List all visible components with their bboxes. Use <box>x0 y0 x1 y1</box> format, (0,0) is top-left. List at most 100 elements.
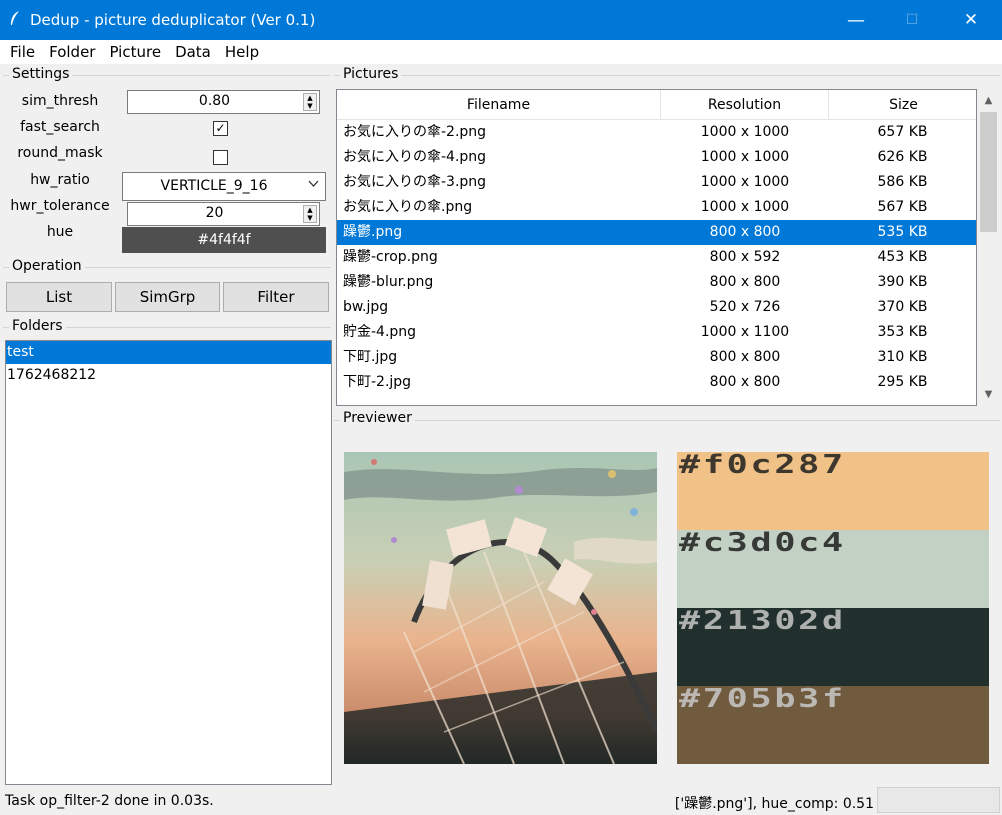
checkmark-icon: ✓ <box>215 121 226 135</box>
scroll-thumb[interactable] <box>980 112 997 232</box>
sim-thresh-label: sim_thresh <box>21 93 99 109</box>
menu-folder[interactable]: Folder <box>42 43 102 61</box>
cell-resolution: 1000 x 1100 <box>700 324 790 340</box>
table-row[interactable]: 貯金-4.png 1000 x 1100 353 KB <box>337 320 976 345</box>
cell-filename: 躁鬱-blur.png <box>343 274 434 290</box>
spin-up-icon[interactable]: ▲ <box>304 206 316 214</box>
folder-list[interactable]: test 1762468212 <box>5 340 332 785</box>
title-bar: Dedup - picture deduplicator (Ver 0.1) —… <box>0 0 1002 40</box>
spin-down-icon[interactable]: ▼ <box>304 102 316 110</box>
palette-swatch-label: #c3d0c4 <box>679 528 846 558</box>
previewer-frame <box>334 420 1000 421</box>
operation-group-label: Operation <box>9 258 85 274</box>
table-row[interactable]: 躁鬱-blur.png 800 x 800 390 KB <box>337 270 976 295</box>
palette-swatch-1: #f0c287 <box>677 450 989 530</box>
minimize-button[interactable]: — <box>833 0 879 40</box>
filter-button[interactable]: Filter <box>223 282 329 312</box>
cell-filename: 貯金-4.png <box>343 324 417 340</box>
table-row[interactable]: 躁鬱.png 800 x 800 535 KB <box>337 220 976 245</box>
table-row[interactable]: お気に入りの傘-4.png 1000 x 1000 626 KB <box>337 145 976 170</box>
sim-thresh-spinbox[interactable]: 0.80 ▲ ▼ <box>127 90 320 114</box>
round-mask-label: round_mask <box>17 145 103 161</box>
cell-resolution: 800 x 800 <box>709 374 781 390</box>
hwr-tolerance-label: hwr_tolerance <box>10 198 110 214</box>
table-row[interactable]: 躁鬱-crop.png 800 x 592 453 KB <box>337 245 976 270</box>
cell-resolution: 800 x 592 <box>709 249 781 265</box>
pictures-group-label: Pictures <box>340 66 402 82</box>
column-filename[interactable]: Filename <box>337 90 661 120</box>
cell-size: 586 KB <box>877 174 928 190</box>
chevron-down-icon[interactable] <box>308 177 319 191</box>
hw-ratio-select[interactable]: VERTICLE_9_16 <box>122 172 326 201</box>
maximize-button[interactable]: ☐ <box>889 0 935 40</box>
fast-search-checkbox[interactable]: ✓ <box>213 121 228 136</box>
cell-filename: お気に入りの傘.png <box>343 199 473 215</box>
fast-search-label: fast_search <box>20 119 100 135</box>
table-row[interactable]: お気に入りの傘-3.png 1000 x 1000 586 KB <box>337 170 976 195</box>
table-row[interactable]: お気に入りの傘.png 1000 x 1000 567 KB <box>337 195 976 220</box>
cell-size: 567 KB <box>877 199 928 215</box>
cell-resolution: 1000 x 1000 <box>700 199 790 215</box>
cell-size: 353 KB <box>877 324 928 340</box>
rollercoaster-artwork <box>344 452 657 764</box>
palette-swatch-label: #705b3f <box>679 684 846 714</box>
menu-help[interactable]: Help <box>218 43 266 61</box>
spin-down-icon[interactable]: ▼ <box>304 214 316 222</box>
sim-thresh-value: 0.80 <box>198 93 231 109</box>
palette-swatch-4: #705b3f <box>677 684 989 764</box>
cell-filename: 躁鬱-crop.png <box>343 249 438 265</box>
cell-size: 370 KB <box>877 299 928 315</box>
cell-size: 390 KB <box>877 274 928 290</box>
menu-data[interactable]: Data <box>168 43 218 61</box>
hwr-tolerance-arrows[interactable]: ▲ ▼ <box>303 205 317 223</box>
column-resolution[interactable]: Resolution <box>661 90 829 120</box>
cell-resolution: 800 x 800 <box>709 349 781 365</box>
cell-resolution: 800 x 800 <box>709 274 781 290</box>
spin-up-icon[interactable]: ▲ <box>304 94 316 102</box>
scroll-up-icon[interactable]: ▲ <box>977 91 1000 111</box>
palette-swatch-3: #21302d <box>677 606 989 686</box>
cell-filename: bw.jpg <box>343 299 389 315</box>
cell-filename: お気に入りの傘-4.png <box>343 149 487 165</box>
close-button[interactable]: ✕ <box>948 0 994 40</box>
cell-size: 310 KB <box>877 349 928 365</box>
palette-swatch-label: #21302d <box>679 606 846 636</box>
table-row[interactable]: 下町-2.jpg 800 x 800 295 KB <box>337 370 976 395</box>
hwr-tolerance-spinbox[interactable]: 20 ▲ ▼ <box>127 202 320 226</box>
feather-icon <box>0 10 30 30</box>
folder-item-1762468212[interactable]: 1762468212 <box>6 364 331 387</box>
menu-file[interactable]: File <box>3 43 42 61</box>
hue-label: hue <box>46 224 74 240</box>
cell-size: 535 KB <box>877 224 928 240</box>
cell-filename: 下町.jpg <box>343 349 398 365</box>
palette-swatch-2: #c3d0c4 <box>677 528 989 608</box>
cell-size: 453 KB <box>877 249 928 265</box>
scroll-down-icon[interactable]: ▼ <box>977 385 1000 405</box>
color-palette: #f0c287 #c3d0c4 #21302d #705b3f <box>677 450 989 764</box>
cell-resolution: 1000 x 1000 <box>700 149 790 165</box>
cell-filename: お気に入りの傘-2.png <box>343 124 487 140</box>
sim-thresh-arrows[interactable]: ▲ ▼ <box>303 93 317 111</box>
pictures-table[interactable]: Filename Resolution Size お気に入りの傘-2.png 10… <box>336 89 977 406</box>
cell-filename: お気に入りの傘-3.png <box>343 174 487 190</box>
folder-item-test[interactable]: test <box>6 341 331 364</box>
cell-resolution: 800 x 800 <box>709 224 781 240</box>
simgrp-button[interactable]: SimGrp <box>115 282 220 312</box>
status-progress-box <box>877 787 1000 813</box>
list-button[interactable]: List <box>6 282 112 312</box>
menu-picture[interactable]: Picture <box>102 43 168 61</box>
column-size[interactable]: Size <box>829 90 976 120</box>
table-row[interactable]: お気に入りの傘-2.png 1000 x 1000 657 KB <box>337 120 976 145</box>
cell-filename: 躁鬱.png <box>343 224 403 240</box>
table-row[interactable]: 下町.jpg 800 x 800 310 KB <box>337 345 976 370</box>
table-header: Filename Resolution Size <box>337 90 976 120</box>
hue-color-swatch[interactable]: #4f4f4f <box>122 227 326 253</box>
table-row[interactable]: bw.jpg 520 x 726 370 KB <box>337 295 976 320</box>
status-selection-info: ['躁鬱.png'], hue_comp: 0.51 <box>674 796 874 812</box>
cell-resolution: 520 x 726 <box>709 299 781 315</box>
pictures-scrollbar[interactable]: ▲ ▼ <box>977 89 1000 406</box>
cell-size: 657 KB <box>877 124 928 140</box>
hw-ratio-label: hw_ratio <box>30 172 90 188</box>
round-mask-checkbox[interactable] <box>213 150 228 165</box>
palette-swatch-label: #f0c287 <box>679 450 846 480</box>
